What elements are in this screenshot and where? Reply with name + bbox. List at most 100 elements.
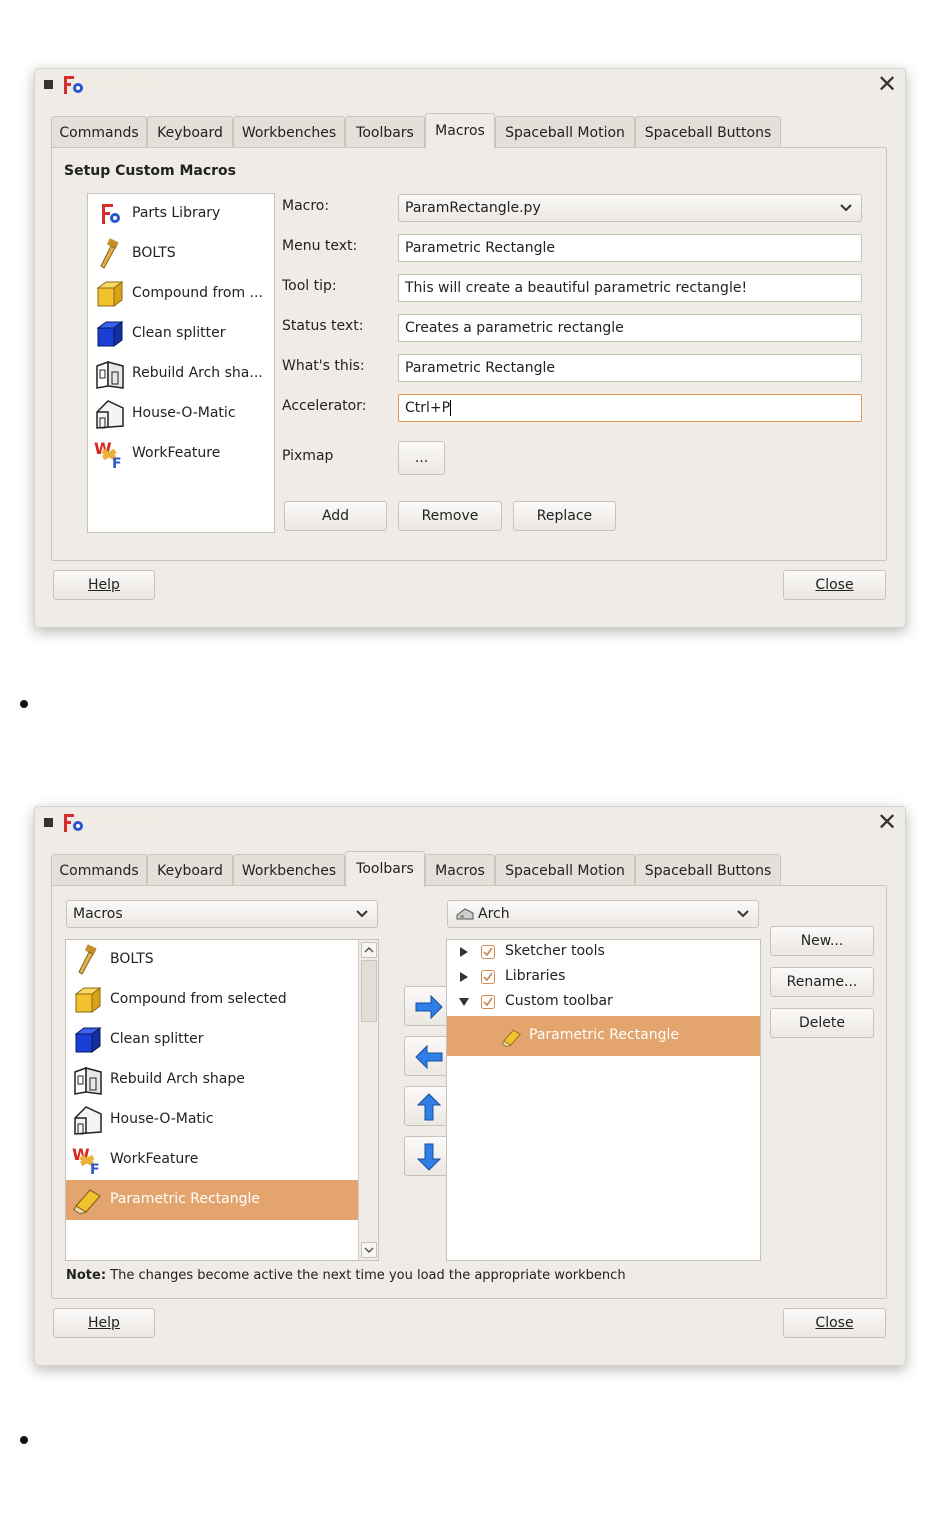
list-item[interactable]: Rebuild Arch sha... bbox=[88, 354, 274, 394]
arrow-left-icon bbox=[415, 1044, 443, 1070]
list-item[interactable]: Rebuild Arch shape bbox=[66, 1060, 358, 1100]
list-item-label: Rebuild Arch sha... bbox=[132, 365, 263, 381]
workfeature-icon: W F bbox=[94, 439, 122, 470]
freecad-logo-icon bbox=[64, 814, 83, 832]
close-button[interactable]: Close bbox=[783, 570, 886, 600]
freecad-logo-icon bbox=[64, 76, 83, 94]
house-icon bbox=[96, 400, 124, 429]
note-text: Note: The changes become active the next… bbox=[66, 1268, 626, 1283]
window-menu-icon[interactable] bbox=[44, 80, 53, 89]
tab-workbenches[interactable]: Workbenches bbox=[233, 854, 345, 886]
list-item[interactable]: Compound from selected bbox=[66, 980, 358, 1020]
yellow-cube-icon bbox=[96, 281, 124, 307]
close-icon[interactable]: ✕ bbox=[875, 808, 899, 836]
scrollbar[interactable] bbox=[358, 940, 378, 1260]
status-text-field[interactable]: Creates a parametric rectangle bbox=[398, 314, 862, 342]
list-item[interactable]: Compound from ... bbox=[88, 274, 274, 314]
tab-spaceball-motion[interactable]: Spaceball Motion bbox=[495, 116, 635, 148]
category-select[interactable]: Macros bbox=[66, 900, 378, 928]
workbench-select[interactable]: Arch bbox=[447, 900, 759, 928]
list-item[interactable]: BOLTS bbox=[66, 940, 358, 980]
list-item-label: WorkFeature bbox=[132, 445, 221, 461]
section-title: Setup Custom Macros bbox=[64, 163, 237, 179]
rename-toolbar-button[interactable]: Rename... bbox=[770, 967, 874, 997]
note-body: The changes become active the next time … bbox=[110, 1268, 626, 1283]
collapse-arrow-icon[interactable] bbox=[458, 996, 470, 1008]
list-item[interactable]: Clean splitter bbox=[88, 314, 274, 354]
customize-dialog-macros: Customize ✕ Commands Keyboard Workbenche… bbox=[34, 68, 906, 628]
new-toolbar-button[interactable]: New... bbox=[770, 926, 874, 956]
help-button[interactable]: Help bbox=[53, 570, 155, 600]
list-item[interactable]: W F WorkFeature bbox=[88, 434, 274, 474]
close-icon[interactable]: ✕ bbox=[875, 70, 899, 98]
tree-row-label: Sketcher tools bbox=[505, 943, 605, 959]
workbench-select-value: Arch bbox=[478, 906, 510, 922]
tab-toolbars[interactable]: Toolbars bbox=[345, 851, 425, 887]
pencil-rectangle-icon bbox=[501, 1029, 521, 1048]
checkbox-checked-icon[interactable] bbox=[481, 970, 495, 984]
list-item[interactable]: Parametric Rectangle bbox=[66, 1180, 358, 1220]
delete-toolbar-button[interactable]: Delete bbox=[770, 1008, 874, 1038]
toolbar-tree[interactable]: Sketcher tools Libraries Custom toolbar … bbox=[446, 939, 761, 1261]
tab-workbenches[interactable]: Workbenches bbox=[233, 116, 345, 148]
pencil-rectangle-icon bbox=[73, 1189, 101, 1215]
list-item[interactable]: BOLTS bbox=[88, 234, 274, 274]
expand-arrow-icon[interactable] bbox=[458, 971, 470, 983]
tree-child-row[interactable]: Parametric Rectangle bbox=[447, 1016, 760, 1056]
add-button[interactable]: Add bbox=[284, 501, 387, 531]
tree-row[interactable]: Sketcher tools bbox=[447, 940, 760, 965]
tab-keyboard[interactable]: Keyboard bbox=[147, 854, 233, 886]
tool-tip-field[interactable]: This will create a beautiful parametric … bbox=[398, 274, 862, 302]
accelerator-field[interactable]: Ctrl+P bbox=[398, 394, 862, 422]
move-left-button[interactable] bbox=[404, 1036, 452, 1076]
tree-row[interactable]: Libraries bbox=[447, 965, 760, 990]
chevron-down-icon bbox=[356, 910, 368, 918]
move-up-button[interactable] bbox=[404, 1086, 452, 1126]
command-list[interactable]: BOLTS Compound from selected Clean split… bbox=[65, 939, 379, 1261]
tab-spaceball-buttons[interactable]: Spaceball Buttons bbox=[635, 116, 781, 148]
list-item-label: Parts Library bbox=[132, 205, 221, 221]
arch-shape-icon bbox=[74, 1066, 102, 1095]
scroll-up-button[interactable] bbox=[361, 942, 377, 958]
tab-commands[interactable]: Commands bbox=[51, 116, 147, 148]
move-down-button[interactable] bbox=[404, 1136, 452, 1176]
whats-this-field[interactable]: Parametric Rectangle bbox=[398, 354, 862, 382]
remove-button[interactable]: Remove bbox=[398, 501, 502, 531]
scroll-thumb[interactable] bbox=[361, 960, 377, 1022]
checkbox-checked-icon[interactable] bbox=[481, 995, 495, 1009]
arch-shape-icon bbox=[96, 360, 124, 389]
scroll-down-button[interactable] bbox=[361, 1242, 377, 1258]
list-item[interactable]: Parts Library bbox=[88, 194, 274, 234]
tab-spaceball-buttons[interactable]: Spaceball Buttons bbox=[635, 854, 781, 886]
list-item[interactable]: House-O-Matic bbox=[88, 394, 274, 434]
macro-label: Macro: bbox=[282, 198, 330, 214]
tree-row[interactable]: Custom toolbar bbox=[447, 990, 760, 1015]
window-menu-icon[interactable] bbox=[44, 818, 53, 827]
tab-toolbars[interactable]: Toolbars bbox=[345, 116, 425, 148]
pixmap-button[interactable]: ... bbox=[398, 441, 445, 475]
macro-select[interactable]: ParamRectangle.py bbox=[398, 194, 862, 222]
list-item[interactable]: W F WorkFeature bbox=[66, 1140, 358, 1180]
replace-button[interactable]: Replace bbox=[513, 501, 616, 531]
help-button[interactable]: Help bbox=[53, 1308, 155, 1338]
list-item-label: Compound from ... bbox=[132, 285, 263, 301]
close-button[interactable]: Close bbox=[783, 1308, 886, 1338]
note-bold: Note: bbox=[66, 1268, 107, 1283]
checkbox-checked-icon[interactable] bbox=[481, 945, 495, 959]
list-item[interactable]: Clean splitter bbox=[66, 1020, 358, 1060]
tab-keyboard[interactable]: Keyboard bbox=[147, 116, 233, 148]
list-item-label: House-O-Matic bbox=[110, 1111, 214, 1127]
tab-commands[interactable]: Commands bbox=[51, 854, 147, 886]
tab-spaceball-motion[interactable]: Spaceball Motion bbox=[495, 854, 635, 886]
arrow-right-icon bbox=[415, 994, 443, 1020]
tab-macros[interactable]: Macros bbox=[425, 113, 495, 149]
tab-macros[interactable]: Macros bbox=[425, 854, 495, 886]
menu-text-field[interactable]: Parametric Rectangle bbox=[398, 234, 862, 262]
list-item[interactable]: House-O-Matic bbox=[66, 1100, 358, 1140]
move-right-button[interactable] bbox=[404, 986, 452, 1026]
pixmap-label: Pixmap bbox=[282, 448, 334, 464]
chevron-down-icon bbox=[840, 204, 852, 212]
list-bullet bbox=[20, 700, 28, 708]
macro-list[interactable]: Parts Library BOLTS Compound from ... Cl… bbox=[87, 193, 275, 533]
expand-arrow-icon[interactable] bbox=[458, 946, 470, 958]
